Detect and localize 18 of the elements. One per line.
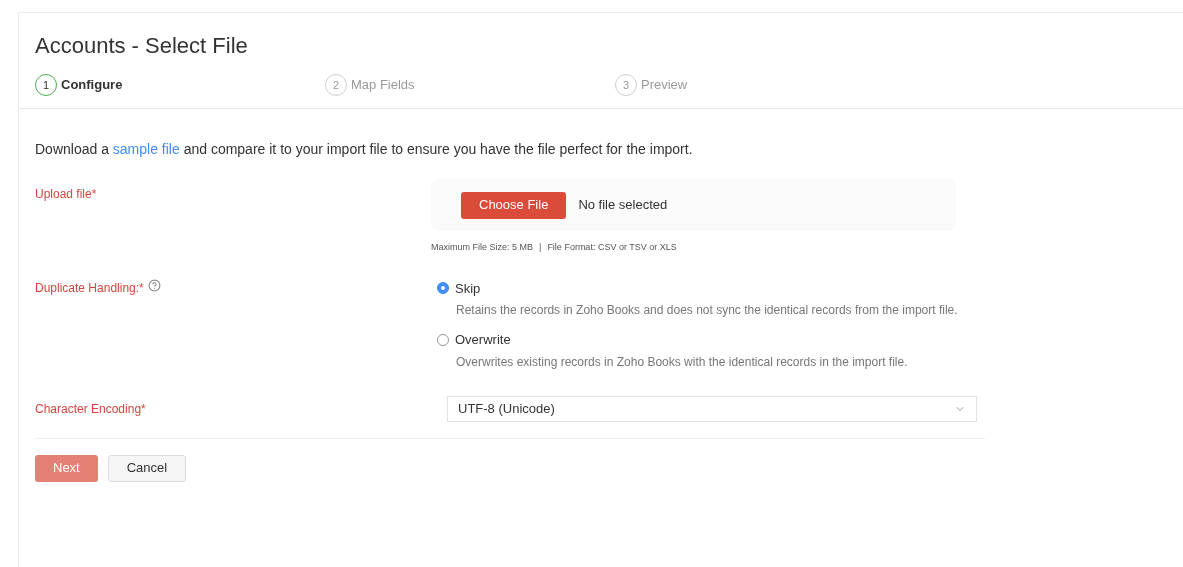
option-description: Retains the records in Zoho Books and does not sync the identical records from the import file. (456, 302, 959, 318)
page-title: Accounts - Select File (35, 32, 249, 60)
cancel-button[interactable]: Cancel (107, 454, 187, 482)
field-label: Character Encoding* (35, 400, 147, 418)
file-status: No file selected (578, 196, 668, 215)
step-tab[interactable]: 1 Configure (35, 74, 325, 96)
size-hint: Maximum File Size: 5 MB (431, 241, 534, 254)
radio-option[interactable]: Skip (437, 278, 1096, 298)
format-hint: File Format: CSV or TSV or XLS (547, 241, 677, 254)
radio-option[interactable]: Overwrite (437, 330, 1096, 350)
field-label: Upload file* (35, 186, 98, 203)
intro-text: Download a sample file and compare it to your import file to ensure you have the file perfect for the import. (35, 140, 694, 159)
option-description: Overwrites existing records in Zoho Books with the identical records in the import file. (456, 353, 909, 370)
encoding-select[interactable]: UTF-8 (Unicode) (447, 395, 977, 422)
choose-file-button[interactable]: Choose File (461, 191, 567, 219)
hint-separator: | (539, 241, 542, 254)
field-label: Duplicate Handling:* (35, 279, 144, 297)
help-icon[interactable] (147, 278, 161, 292)
